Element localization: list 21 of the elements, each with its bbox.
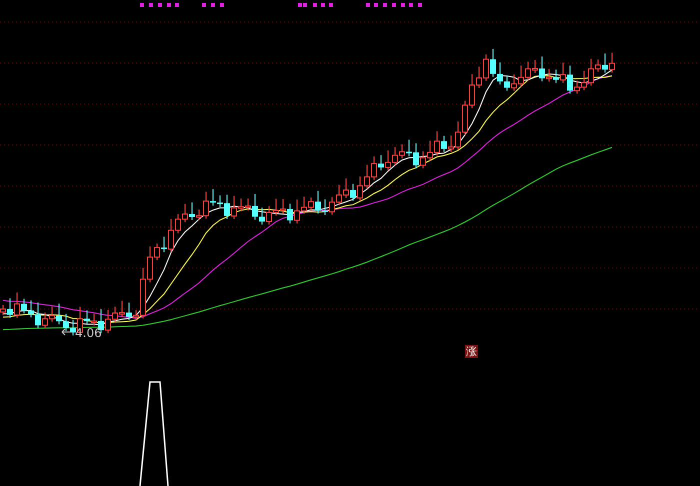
falling-candle — [84, 310, 90, 325]
rising-candle — [546, 68, 552, 82]
falling-candle — [161, 236, 167, 253]
falling-candle — [7, 298, 13, 318]
falling-candle — [126, 302, 132, 320]
falling-candle — [567, 65, 573, 94]
falling-candle — [287, 203, 293, 224]
rising-candle — [91, 313, 97, 326]
falling-candle — [602, 53, 608, 74]
falling-candle — [553, 69, 559, 84]
arrow-icon — [61, 328, 73, 336]
falling-candle — [441, 135, 447, 152]
low-price-label: 4.06 — [75, 326, 102, 340]
rising-candle — [14, 292, 20, 318]
rising-candle — [609, 52, 615, 74]
falling-candle — [189, 202, 195, 220]
rise-signal-label: 涨 — [465, 345, 478, 358]
falling-candle — [350, 183, 356, 202]
rising-candle — [560, 62, 566, 84]
falling-candle — [378, 154, 384, 171]
falling-candle — [539, 56, 545, 82]
